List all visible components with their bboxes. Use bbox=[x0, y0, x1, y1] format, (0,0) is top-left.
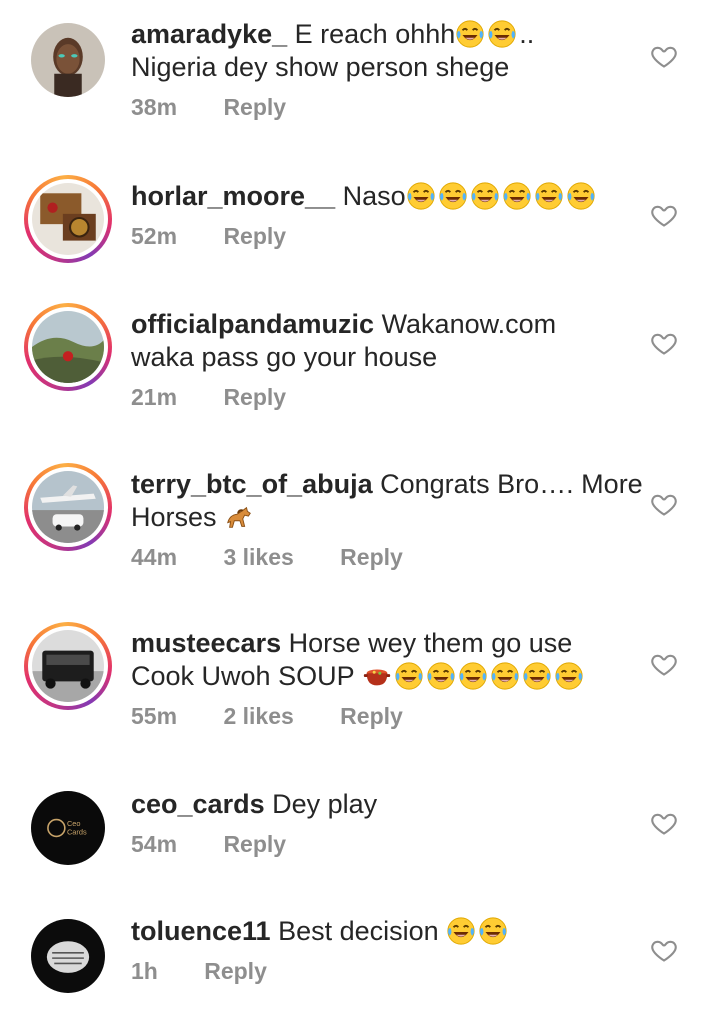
laughing-tears-emoji-icon bbox=[446, 916, 476, 946]
comment-username[interactable]: toluence11 bbox=[131, 916, 271, 946]
comment-username[interactable]: horlar_moore__ bbox=[131, 181, 335, 211]
comment-text: Best decision bbox=[278, 916, 439, 946]
comment-text: Horses bbox=[131, 502, 217, 532]
laughing-tears-emoji-icon bbox=[406, 181, 436, 211]
woman-portrait-avatar-icon bbox=[31, 23, 105, 97]
comment-timestamp: 44m bbox=[131, 544, 178, 570]
black-suv-avatar-icon bbox=[32, 630, 104, 702]
comment-username[interactable]: officialpandamuzic bbox=[131, 309, 374, 339]
laughing-tears-emoji-icon bbox=[487, 19, 517, 49]
reply-button[interactable]: Reply bbox=[223, 94, 286, 121]
jet-car-avatar-icon bbox=[32, 471, 104, 543]
laughing-tears-emoji-icon bbox=[455, 19, 485, 49]
heart-outline-icon[interactable] bbox=[650, 329, 678, 357]
comment-username[interactable]: musteecars bbox=[131, 628, 281, 658]
heart-outline-icon[interactable] bbox=[650, 809, 678, 837]
comment-text: E reach ohhh bbox=[294, 19, 456, 49]
comment-username[interactable]: ceo_cards bbox=[131, 789, 265, 819]
reply-button[interactable]: Reply bbox=[223, 831, 286, 858]
comment-text: Naso bbox=[342, 181, 406, 211]
ceo-cards-logo-avatar-icon: Ceo Cards bbox=[31, 791, 105, 865]
laughing-tears-emoji-icon bbox=[502, 181, 532, 211]
comment-timestamp: 21m bbox=[131, 384, 178, 410]
pot-of-food-emoji-icon bbox=[362, 661, 392, 691]
avatar[interactable] bbox=[24, 175, 112, 263]
avatar[interactable]: Ceo Cards bbox=[24, 784, 112, 872]
comment-text: Dey play bbox=[272, 789, 378, 819]
fist-bw-avatar-icon bbox=[31, 919, 105, 993]
laughing-tears-emoji-icon bbox=[470, 181, 500, 211]
reply-button[interactable]: Reply bbox=[223, 384, 286, 411]
avatar[interactable] bbox=[24, 16, 112, 104]
avatar[interactable] bbox=[24, 463, 112, 551]
heart-outline-icon[interactable] bbox=[650, 650, 678, 678]
hill-landscape-avatar-icon bbox=[32, 311, 104, 383]
comment-timestamp: 52m bbox=[131, 223, 178, 249]
comment-text: Horse wey them go use bbox=[288, 628, 573, 658]
comment-text: Nigeria dey show person shege bbox=[131, 52, 510, 82]
comment-likes[interactable]: 3 likes bbox=[223, 544, 293, 571]
comment-timestamp: 55m bbox=[131, 703, 178, 729]
comment-text: Wakanow.com bbox=[381, 309, 557, 339]
comment-timestamp: 38m bbox=[131, 94, 178, 120]
laughing-tears-emoji-icon bbox=[554, 661, 584, 691]
watch-box-avatar-icon bbox=[32, 183, 104, 255]
heart-outline-icon[interactable] bbox=[650, 936, 678, 964]
heart-outline-icon[interactable] bbox=[650, 490, 678, 518]
laughing-tears-emoji-icon bbox=[478, 916, 508, 946]
laughing-tears-emoji-icon bbox=[426, 661, 456, 691]
avatar[interactable] bbox=[24, 303, 112, 391]
comment-username[interactable]: terry_btc_of_abuja bbox=[131, 469, 373, 499]
horse-emoji-icon bbox=[224, 502, 254, 532]
laughing-tears-emoji-icon bbox=[534, 181, 564, 211]
avatar[interactable] bbox=[24, 912, 112, 1000]
comment-username[interactable]: amaradyke_ bbox=[131, 19, 287, 49]
comment-text-suffix: .. bbox=[519, 19, 535, 49]
avatar[interactable] bbox=[24, 622, 112, 710]
comment-timestamp: 54m bbox=[131, 831, 178, 857]
laughing-tears-emoji-icon bbox=[394, 661, 424, 691]
heart-outline-icon[interactable] bbox=[650, 201, 678, 229]
comment-text: Cook Uwoh SOUP bbox=[131, 661, 355, 691]
laughing-tears-emoji-icon bbox=[458, 661, 488, 691]
heart-outline-icon[interactable] bbox=[650, 42, 678, 70]
comment-timestamp: 1h bbox=[131, 958, 158, 984]
laughing-tears-emoji-icon bbox=[566, 181, 596, 211]
laughing-tears-emoji-icon bbox=[522, 661, 552, 691]
reply-button[interactable]: Reply bbox=[340, 703, 403, 730]
reply-button[interactable]: Reply bbox=[223, 223, 286, 250]
comment-text: Congrats Bro…. More bbox=[380, 469, 643, 499]
comment-text: waka pass go your house bbox=[131, 342, 438, 372]
laughing-tears-emoji-icon bbox=[490, 661, 520, 691]
reply-button[interactable]: Reply bbox=[340, 544, 403, 571]
laughing-tears-emoji-icon bbox=[438, 181, 468, 211]
comment-likes[interactable]: 2 likes bbox=[223, 703, 293, 730]
reply-button[interactable]: Reply bbox=[204, 958, 267, 985]
logo-text-cards: Cards bbox=[67, 827, 87, 836]
